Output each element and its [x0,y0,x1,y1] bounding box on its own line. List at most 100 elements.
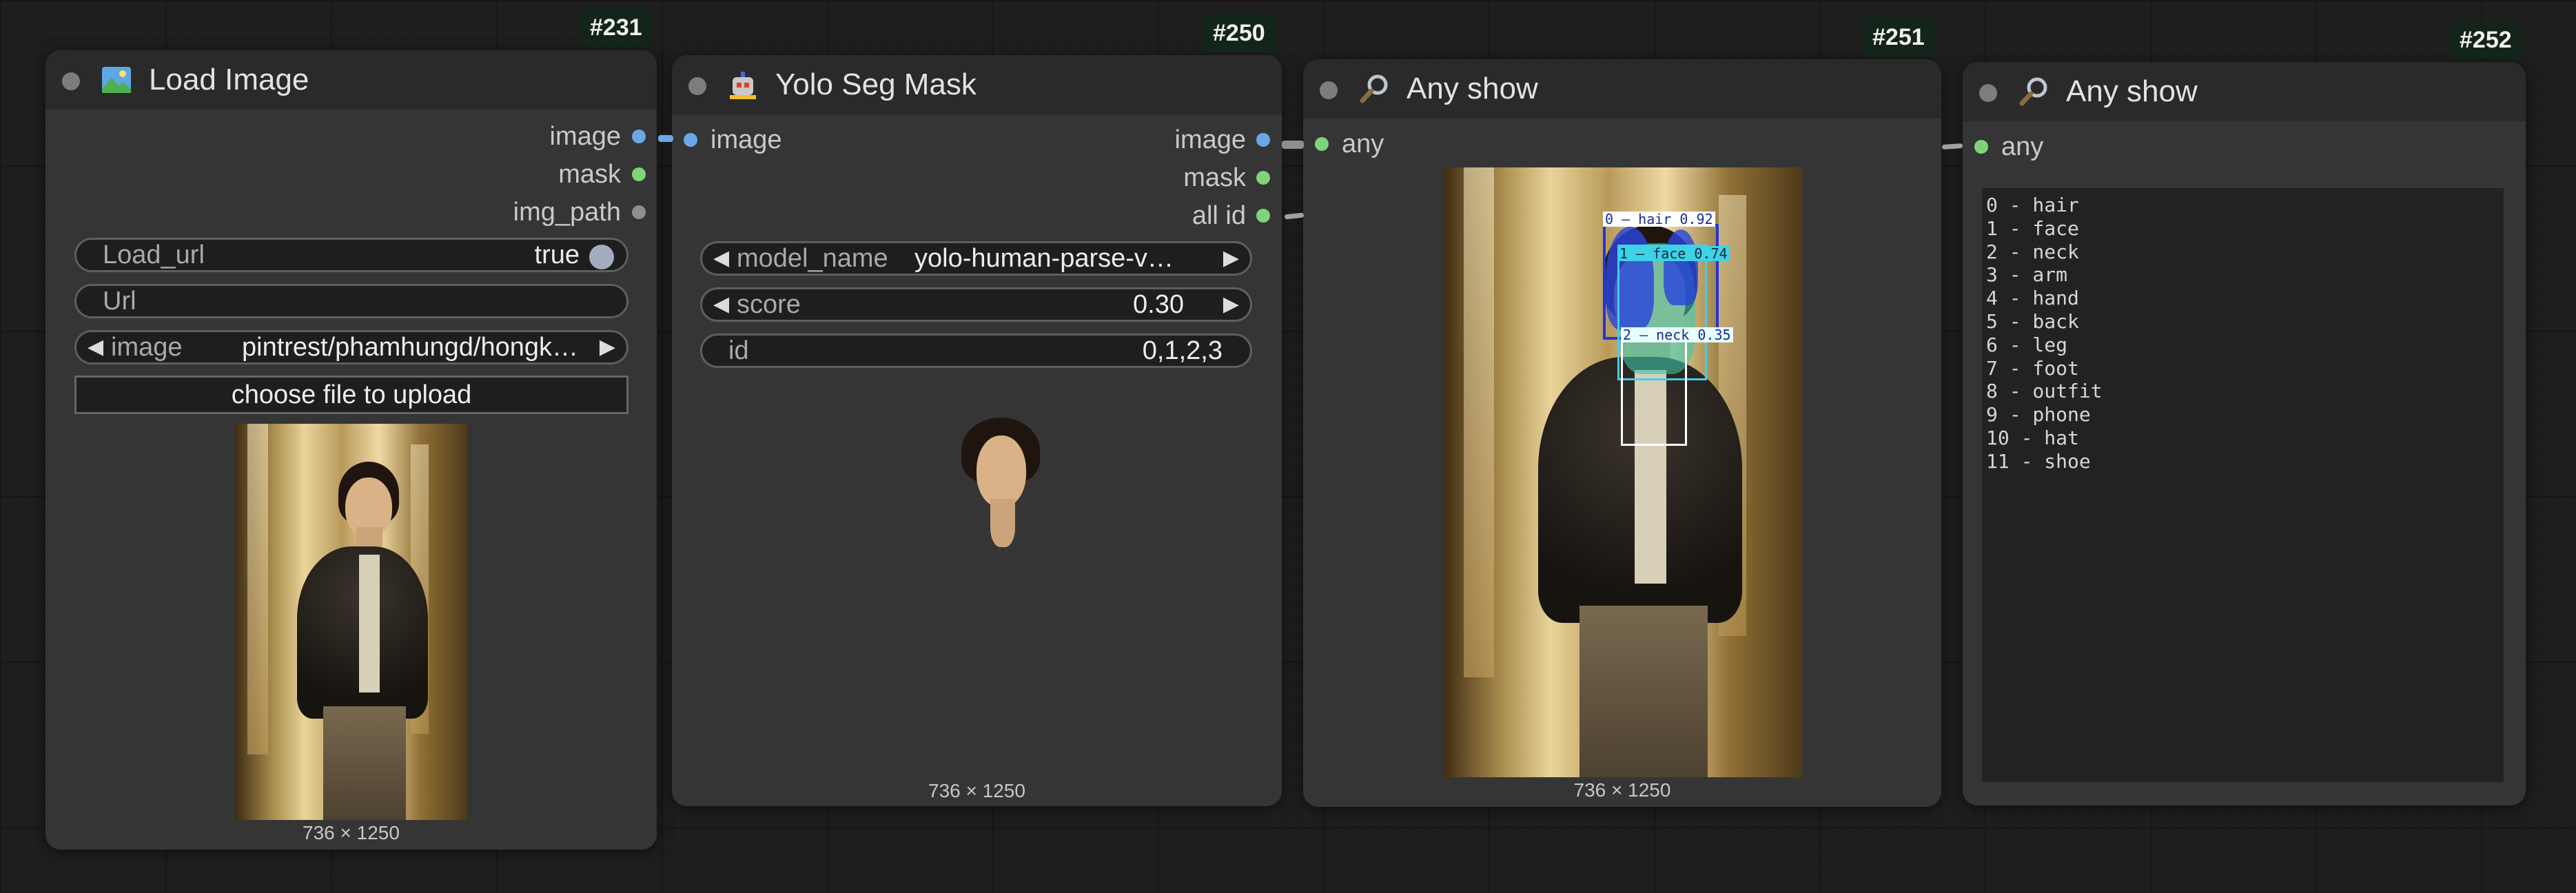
node-id-badge: #231 [580,8,652,47]
input-image[interactable]: image [711,123,782,157]
url-input[interactable]: Url [74,284,628,318]
output-port-all-id[interactable] [1256,209,1270,223]
text-line: 5 - back [1986,309,2079,333]
any-show-header[interactable]: Any show [1303,59,1941,119]
any-show-image-node[interactable]: Any show any 0 – hair 0.92 1 – face 0.74… [1303,59,1941,807]
output-port-image[interactable] [632,130,646,143]
input-port-any[interactable] [1315,137,1329,151]
id-input[interactable]: id 0,1,2,3 [700,333,1252,368]
mask-preview-image [960,418,1041,555]
collapse-toggle-icon[interactable] [688,77,706,95]
widget-label: model_name [737,244,888,273]
output-port-image[interactable] [1256,133,1270,147]
arrow-left-icon[interactable]: ◀ [713,243,729,274]
any-show-header[interactable]: Any show [1963,62,2526,121]
face-box-label: 1 – face 0.74 [1617,246,1730,261]
output-all-id[interactable]: all id [1192,198,1246,233]
widget-placeholder: Url [103,287,136,316]
picture-icon [102,67,131,93]
preview-dimensions: 736 × 1250 [1573,779,1671,801]
output-image[interactable]: image [1175,123,1247,157]
link-wire[interactable] [658,135,673,142]
node-title: Any show [2066,74,2198,108]
output-mask[interactable]: mask [1183,161,1246,195]
output-port-img-path[interactable] [632,205,646,219]
text-line: 0 - hair [1986,194,2079,216]
hair-box-label: 0 – hair 0.92 [1603,212,1715,227]
input-port-any[interactable] [1974,140,1988,154]
node-id-badge: #252 [2450,21,2522,59]
load-url-toggle[interactable]: Load_url true [74,238,628,272]
widget-label: Load_url [103,240,205,269]
text-line: 2 - neck [1986,240,2079,263]
load-image-header[interactable]: Load Image [45,50,657,110]
node-title: Any show [1407,72,1538,105]
output-port-mask[interactable] [632,167,646,181]
load-image-node[interactable]: Load Image image mask img_path Load_url … [45,50,657,850]
yolo-seg-mask-header[interactable]: Yolo Seg Mask [672,55,1282,114]
link-wire[interactable] [1284,212,1305,220]
output-label: img_path [513,198,621,227]
widget-value: true [534,240,580,269]
magnifier-icon [2019,77,2047,106]
arrow-right-icon[interactable]: ▶ [600,332,615,362]
text-line: 10 - hat [1986,426,2079,449]
yolo-seg-mask-node[interactable]: Yolo Seg Mask image image mask all id ◀ … [672,55,1282,806]
any-show-text-node[interactable]: Any show any 0 - hair 1 - face 2 - neck … [1963,62,2526,805]
arrow-right-icon[interactable]: ▶ [1223,289,1239,320]
output-label: all id [1192,201,1246,230]
toggle-knob-icon[interactable] [589,245,614,269]
output-image[interactable]: image [550,119,622,154]
text-line: 8 - outfit [1986,380,2103,403]
preview-dimensions: 736 × 1250 [928,780,1025,801]
robot-icon [730,72,756,99]
text-line: 1 - face [1986,216,2079,240]
arrow-left-icon[interactable]: ◀ [88,332,103,362]
choose-file-button[interactable]: choose file to upload [74,376,628,414]
widget-value: 0,1,2,3 [1142,336,1223,365]
model-name-combo[interactable]: ◀ model_name yolo-human-parse-v… ▶ [700,241,1252,276]
arrow-left-icon[interactable]: ◀ [713,289,729,320]
output-label: image [1174,125,1247,154]
collapse-toggle-icon[interactable] [1320,81,1338,99]
text-line: 9 - phone [1986,403,2091,427]
output-label: image [549,122,622,151]
image-combo[interactable]: ◀ image pintrest/phamhungd/hongk… ▶ [74,330,628,365]
input-any[interactable]: any [1342,127,1384,161]
output-label: mask [1183,163,1246,192]
node-id-badge: #251 [1863,18,1934,57]
output-mask[interactable]: mask [558,157,621,192]
text-line: 4 - hand [1986,287,2079,310]
widget-label: id [728,336,749,365]
preview-image [235,424,467,820]
collapse-toggle-icon[interactable] [62,72,80,90]
node-id-badge: #250 [1203,14,1275,52]
collapse-toggle-icon[interactable] [1979,84,1997,102]
node-title: Load Image [149,63,309,96]
preview-dimensions: 736 × 1250 [303,822,400,843]
output-port-mask[interactable] [1256,171,1270,185]
neck-bounding-box [1621,333,1687,446]
link-wire[interactable] [1941,143,1963,150]
node-title: Yolo Seg Mask [775,68,977,101]
neck-box-label: 2 – neck 0.35 [1621,327,1733,342]
input-port-image[interactable] [684,133,697,147]
score-slider[interactable]: ◀ score 0.30 ▶ [700,287,1252,322]
link-wire[interactable] [1282,141,1304,149]
text-output-area[interactable]: 0 - hair 1 - face 2 - neck 3 - arm 4 - h… [1982,188,2504,782]
text-line: 6 - leg [1986,333,2068,356]
text-line: 11 - shoe [1986,449,2091,473]
input-label: any [1342,130,1384,158]
output-label: mask [558,160,621,189]
widget-value: pintrest/phamhungd/hongk… [242,333,578,362]
widget-label: image [111,333,183,362]
input-label: image [711,125,782,154]
magnifier-icon [1360,74,1388,103]
widget-value: 0.30 [1133,290,1184,319]
text-line: 3 - arm [1986,263,2068,287]
output-img-path[interactable]: img_path [513,195,621,229]
text-line: 7 - foot [1986,356,2079,380]
input-any[interactable]: any [2001,130,2043,164]
arrow-right-icon[interactable]: ▶ [1223,243,1239,274]
widget-value: yolo-human-parse-v… [914,244,1174,273]
